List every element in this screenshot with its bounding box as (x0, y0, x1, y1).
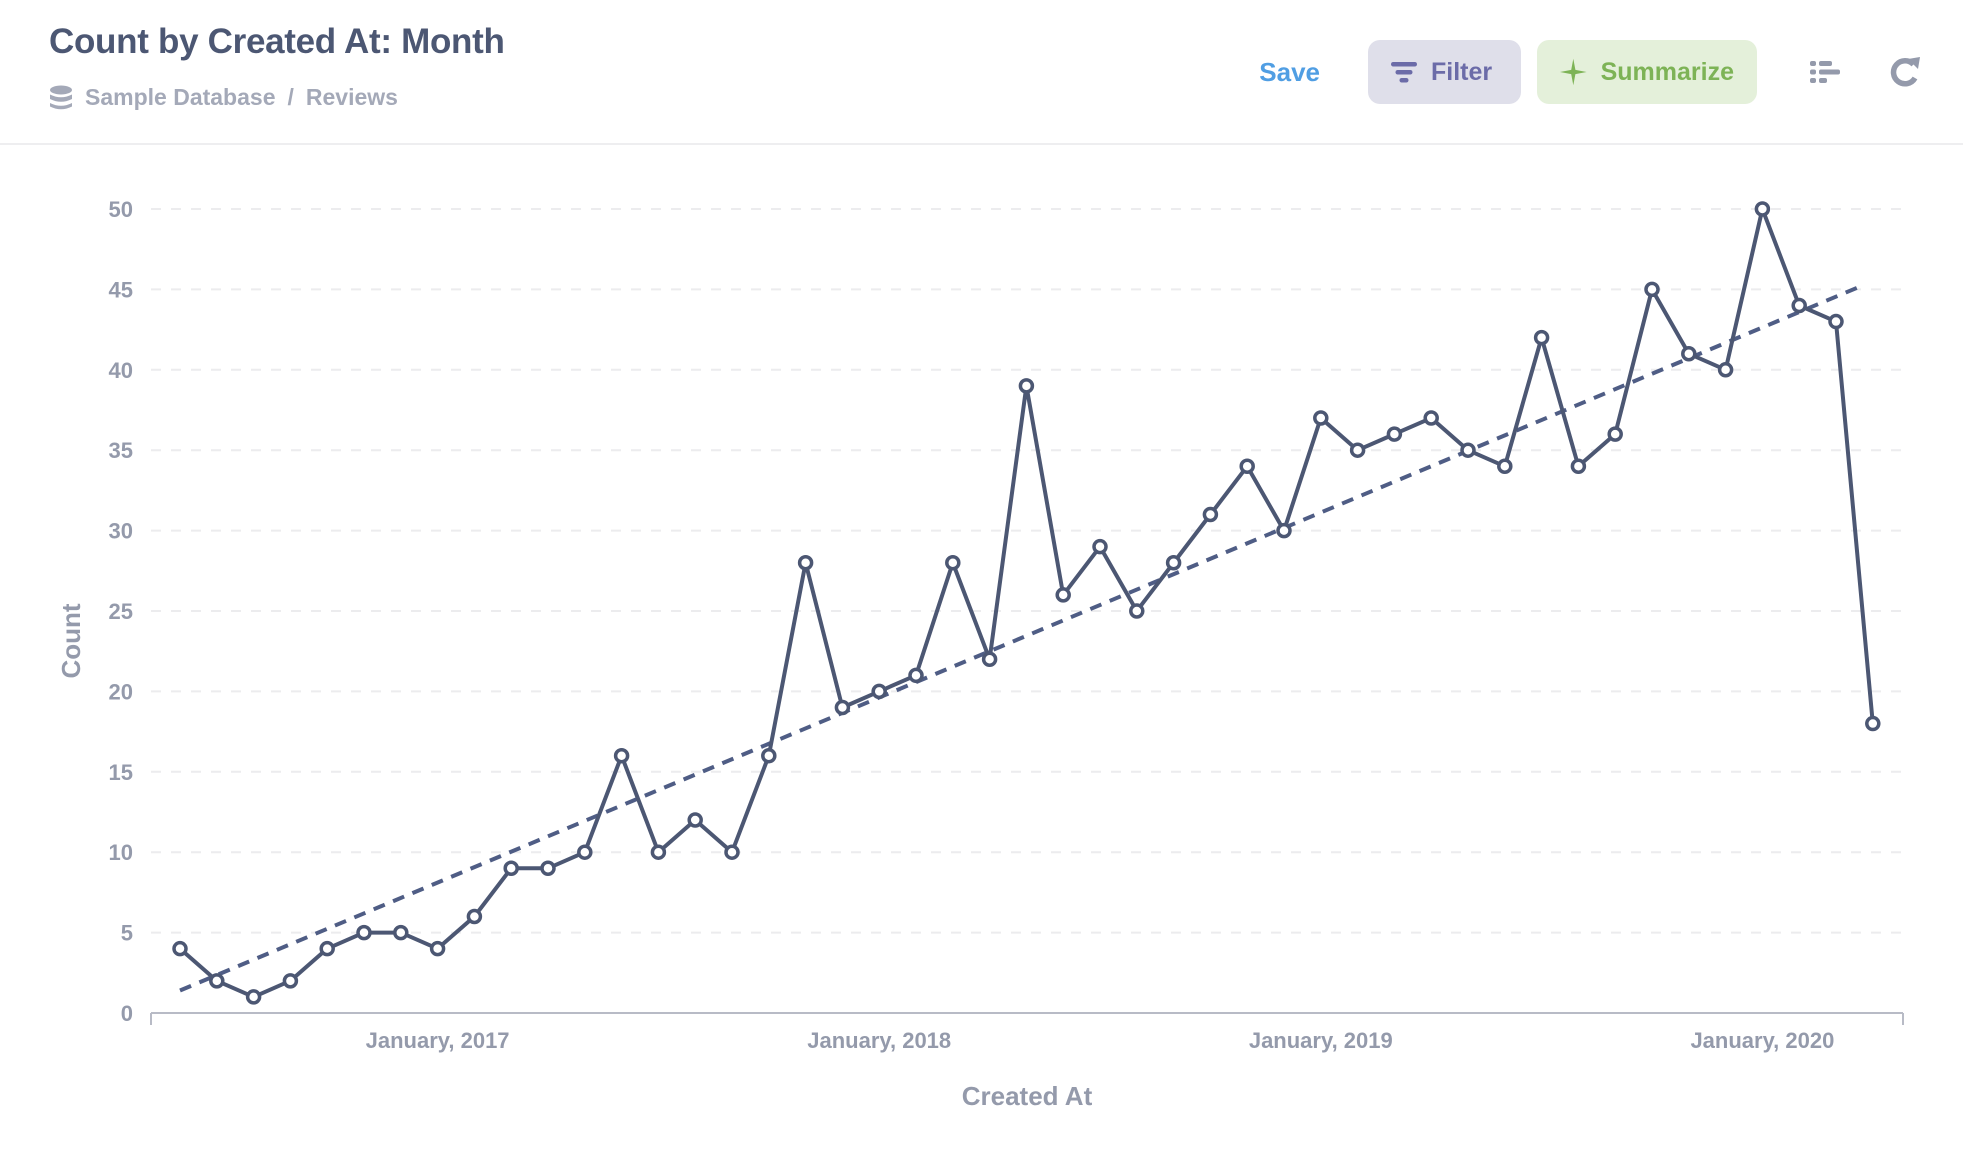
refresh-button[interactable] (1885, 52, 1925, 92)
y-tick-label: 20 (109, 679, 133, 704)
data-point[interactable] (245, 989, 262, 1005)
data-point[interactable] (908, 667, 924, 684)
summarize-button-label: Summarize (1600, 57, 1734, 86)
refresh-icon (1890, 57, 1920, 87)
question-header: Count by Created At: Month Sample Databa… (0, 0, 1963, 145)
data-point[interactable] (1202, 506, 1219, 523)
data-point[interactable] (724, 844, 740, 860)
y-tick-label: 45 (109, 277, 133, 302)
data-point[interactable] (1791, 297, 1807, 314)
y-tick-label: 40 (109, 358, 133, 383)
data-point[interactable] (1423, 410, 1439, 426)
data-point[interactable] (1349, 442, 1366, 458)
data-point[interactable] (761, 747, 777, 764)
y-tick-label: 50 (109, 197, 133, 222)
data-point[interactable] (1828, 313, 1844, 330)
data-point[interactable] (1129, 603, 1145, 619)
data-point[interactable] (797, 555, 814, 571)
data-point[interactable] (282, 973, 299, 989)
data-point[interactable] (540, 860, 556, 877)
data-point[interactable] (1754, 201, 1771, 217)
data-point[interactable] (1497, 458, 1513, 475)
y-axis-ticks: 0 5 10 15 20 25 30 35 40 45 50 (109, 197, 133, 1026)
save-button[interactable]: Save (1259, 57, 1320, 88)
x-tick-label: January, 2017 (366, 1028, 510, 1053)
data-point[interactable] (1681, 345, 1697, 362)
page-title: Count by Created At: Month (49, 22, 505, 61)
data-point[interactable] (1239, 458, 1255, 475)
y-tick-label: 30 (109, 519, 133, 544)
data-point[interactable] (466, 908, 483, 925)
y-tick-label: 15 (109, 760, 133, 785)
list-icon (1810, 61, 1840, 83)
breadcrumb-database[interactable]: Sample Database (85, 84, 275, 111)
data-point[interactable] (503, 860, 519, 877)
view-list-button[interactable] (1805, 52, 1845, 92)
data-point[interactable] (356, 924, 372, 941)
data-point[interactable] (1165, 555, 1182, 571)
x-tick-label: January, 2018 (807, 1028, 951, 1053)
data-point[interactable] (209, 973, 225, 989)
series-line (178, 207, 1875, 999)
data-point[interactable] (1276, 522, 1292, 539)
data-point[interactable] (981, 651, 998, 667)
x-axis-title: Created At (962, 1081, 1093, 1111)
data-point[interactable] (1460, 442, 1476, 458)
line-chart: 05101520253035404550 January, 2017 Januar… (56, 197, 1904, 1111)
filter-icon (1391, 62, 1417, 83)
data-point[interactable] (1055, 587, 1071, 603)
data-point[interactable] (1607, 426, 1623, 442)
data-point[interactable] (613, 747, 630, 764)
grid-lines (151, 208, 1903, 934)
breadcrumb-table[interactable]: Reviews (306, 84, 398, 111)
y-tick-label: 5 (121, 921, 133, 946)
data-point[interactable] (871, 683, 887, 700)
data-point[interactable] (429, 940, 446, 957)
data-point[interactable] (687, 812, 703, 828)
y-tick-label: 35 (109, 438, 133, 463)
filter-button[interactable]: Filter (1368, 40, 1521, 104)
filter-button-label: Filter (1431, 57, 1493, 86)
y-axis-title: Count (56, 603, 86, 678)
data-point[interactable] (172, 940, 188, 957)
breadcrumb: Sample Database / Reviews (49, 84, 398, 111)
summarize-button[interactable]: Summarize (1537, 40, 1757, 104)
y-tick-label: 10 (109, 840, 133, 865)
y-tick-label: 0 (121, 1001, 133, 1026)
data-point[interactable] (650, 844, 667, 860)
data-point[interactable] (834, 699, 851, 716)
data-point[interactable] (1570, 458, 1587, 475)
x-tick-label: January, 2019 (1249, 1028, 1393, 1053)
data-point[interactable] (1092, 538, 1108, 555)
data-point[interactable] (1313, 410, 1329, 426)
y-tick-label: 25 (109, 599, 133, 624)
data-point[interactable] (1717, 362, 1734, 378)
data-point[interactable] (1533, 329, 1550, 346)
x-tick-label: January, 2020 (1690, 1028, 1834, 1053)
data-point[interactable] (577, 844, 593, 860)
sparkle-icon (1560, 58, 1587, 86)
header-actions: Save Filter Summarize (1259, 40, 1963, 104)
data-point[interactable] (1865, 715, 1881, 732)
data-point[interactable] (1018, 378, 1035, 394)
breadcrumb-separator: / (287, 84, 294, 110)
data-point[interactable] (1386, 426, 1403, 442)
x-axis (150, 1012, 1904, 1025)
database-icon (50, 85, 72, 109)
data-point[interactable] (945, 555, 961, 571)
x-axis-ticks: January, 2017 January, 2018 January, 2019 J… (366, 1028, 1835, 1053)
data-point[interactable] (393, 924, 409, 941)
data-point[interactable] (1644, 281, 1660, 298)
data-point[interactable] (319, 940, 335, 957)
series-count (172, 201, 1881, 1005)
